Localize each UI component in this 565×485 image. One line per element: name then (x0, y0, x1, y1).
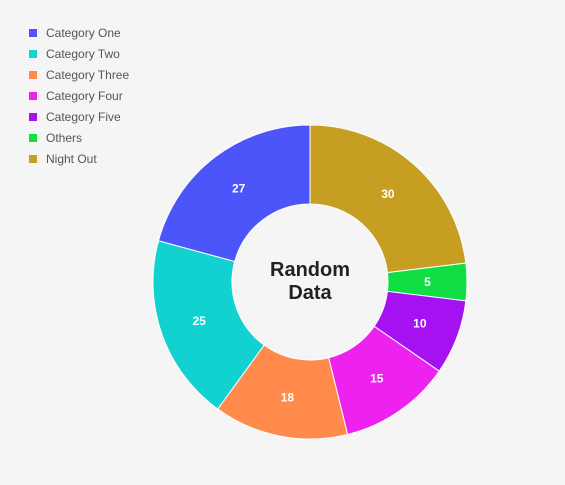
slice-label-others: 5 (424, 275, 431, 289)
slice-label-category-two: 25 (192, 314, 206, 328)
slice-label-category-one: 27 (232, 182, 246, 196)
donut-chart: 30 5 10 15 18 25 27 Random Data (152, 124, 468, 440)
slice-label-night-out: 30 (381, 187, 395, 201)
chart-title-line-2: Data (288, 282, 332, 304)
chart-title-line-1: Random (270, 259, 350, 281)
slice-label-category-four: 15 (370, 372, 384, 386)
slice-label-category-three: 18 (281, 390, 295, 404)
slice-label-category-five: 10 (413, 317, 427, 331)
